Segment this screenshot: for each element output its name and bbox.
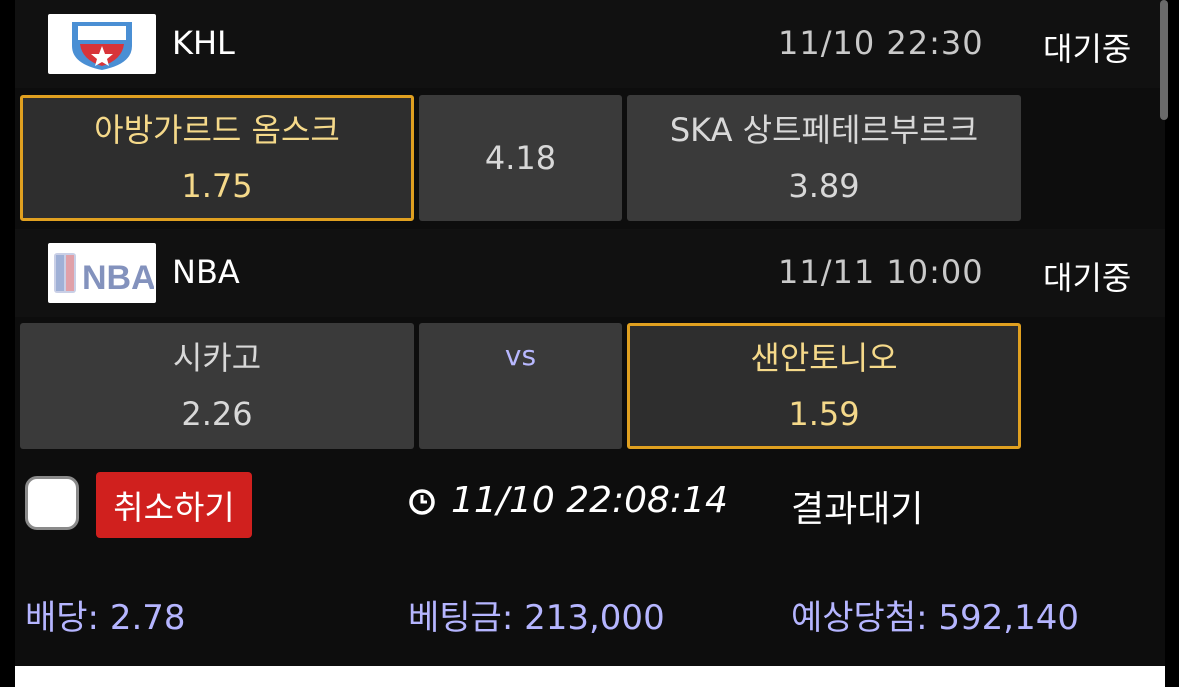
home-odds-button[interactable]: 아방가르드 옴스크 1.75 bbox=[20, 95, 414, 221]
draw-odd-value: 4.18 bbox=[484, 139, 557, 177]
game-status: 대기중 bbox=[1043, 259, 1132, 297]
away-odds-button[interactable]: SKA 상트페테르부르크 3.89 bbox=[627, 95, 1021, 221]
expected-win-summary: 예상당첨: 592,140 bbox=[791, 598, 1079, 638]
home-odds-button[interactable]: 시카고 2.26 bbox=[20, 323, 414, 449]
home-team-name: 시카고 bbox=[172, 339, 262, 377]
league-name: KHL bbox=[172, 24, 235, 62]
cancel-bet-button[interactable]: 취소하기 bbox=[96, 472, 252, 538]
game-header-nba: NBA NBA 11/11 10:00 대기중 bbox=[15, 229, 1165, 317]
select-bet-checkbox[interactable] bbox=[25, 476, 79, 530]
away-odd-value: 3.89 bbox=[788, 167, 860, 205]
home-team-name: 아방가르드 옴스크 bbox=[94, 111, 340, 149]
bet-time: 11/10 22:08:14 bbox=[451, 480, 728, 521]
bottom-divider bbox=[15, 666, 1165, 687]
game-datetime: 11/10 22:30 bbox=[778, 24, 984, 62]
vs-label: vs bbox=[504, 339, 537, 372]
khl-logo-icon bbox=[48, 14, 156, 74]
nba-logo-icon: NBA bbox=[48, 243, 156, 303]
game-header-khl: KHL 11/10 22:30 대기중 bbox=[15, 0, 1165, 88]
game-status: 대기중 bbox=[1043, 30, 1132, 68]
bet-slip-panel: KHL 11/10 22:30 대기중 아방가르드 옴스크 1.75 4.18 … bbox=[15, 0, 1165, 666]
home-odd-value: 2.26 bbox=[181, 395, 253, 433]
home-odd-value: 1.75 bbox=[181, 167, 253, 205]
vs-cell: vs bbox=[419, 323, 622, 449]
away-team-name: 샌안토니오 bbox=[750, 339, 898, 377]
away-odd-value: 1.59 bbox=[788, 395, 860, 433]
odds-summary: 배당: 2.78 bbox=[25, 598, 186, 638]
draw-odds-button[interactable]: 4.18 bbox=[419, 95, 622, 221]
league-name: NBA bbox=[172, 253, 240, 291]
away-odds-button[interactable]: 샌안토니오 1.59 bbox=[627, 323, 1021, 449]
svg-text:NBA: NBA bbox=[82, 259, 154, 297]
clock-icon bbox=[409, 489, 435, 515]
away-team-name: SKA 상트페테르부르크 bbox=[669, 111, 979, 149]
game-datetime: 11/11 10:00 bbox=[778, 253, 984, 291]
scrollbar[interactable] bbox=[1160, 0, 1168, 120]
result-status: 결과대기 bbox=[791, 489, 924, 530]
stake-summary: 베팅금: 213,000 bbox=[408, 598, 665, 638]
